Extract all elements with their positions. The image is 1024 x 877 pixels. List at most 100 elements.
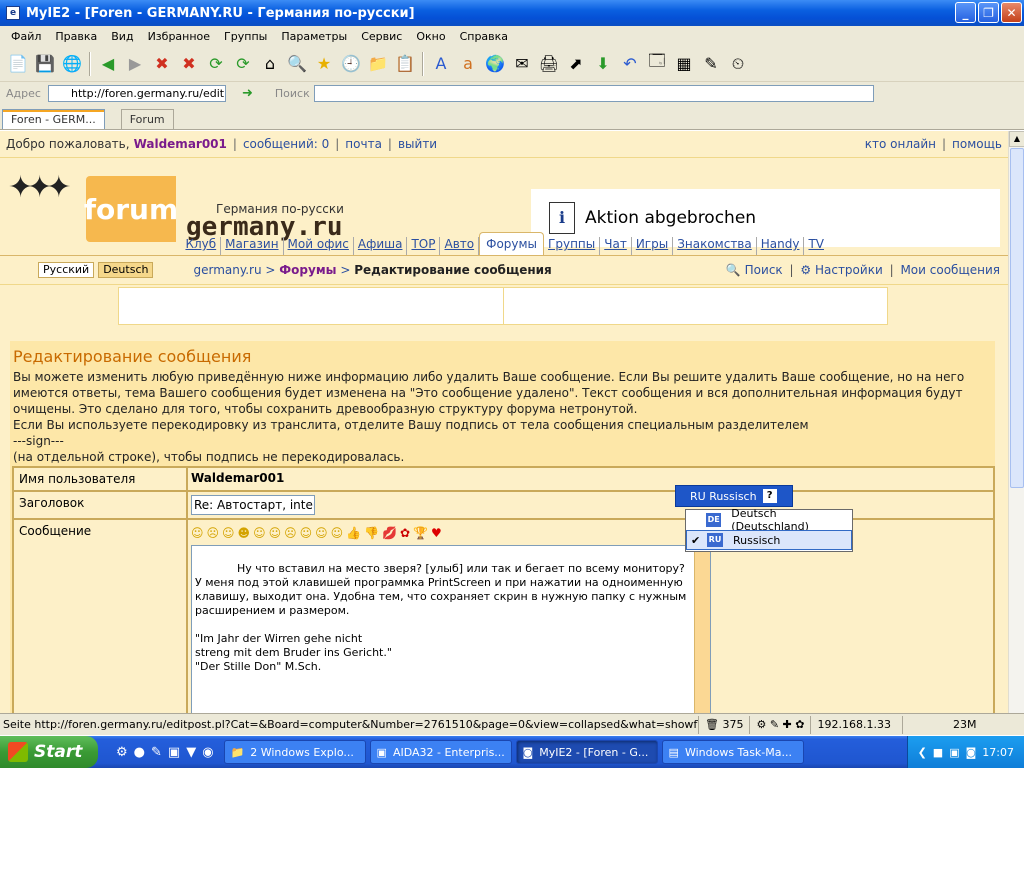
nav-top[interactable]: TOP (407, 237, 441, 255)
heart-icon[interactable]: ♥ (431, 526, 442, 540)
quicklaunch-icon[interactable]: ⚙ (116, 745, 128, 760)
flower-icon[interactable]: ✿ (400, 526, 410, 540)
forward-icon[interactable]: ▶ (123, 52, 147, 76)
scroll-up-icon[interactable]: ▲ (1009, 131, 1024, 147)
menu-favorites[interactable]: Избранное (141, 30, 217, 43)
clock[interactable]: 17:07 (982, 746, 1014, 759)
subject-input[interactable]: Re: Автостарт, intern (191, 495, 315, 515)
window-icon[interactable]: 🗔 (645, 51, 669, 76)
language-help-icon[interactable]: ? (762, 489, 777, 503)
search-icon[interactable]: 🔍 (285, 52, 309, 76)
edit-icon[interactable]: ✎ (699, 52, 723, 76)
tab-forum[interactable]: Forum (120, 109, 174, 129)
task-explorer[interactable]: 📁 2 Windows Explo... (223, 740, 366, 764)
undo-icon[interactable]: ↶ (618, 52, 642, 76)
favorites-icon[interactable]: ★ (312, 52, 336, 76)
tray-icon[interactable]: ■ (933, 746, 943, 759)
language-current[interactable]: RU Russisch (690, 490, 757, 503)
task-myie2[interactable]: ◙ MyIE2 - [Foren - G... (515, 740, 658, 764)
trophy-icon[interactable]: 🏆 (413, 526, 428, 540)
folder-icon[interactable]: 📁 (366, 52, 390, 76)
thumbs-up-icon[interactable]: 👍 (346, 526, 361, 540)
message-text[interactable]: Ну что вставил на место зверя? [улыб] ил… (195, 562, 690, 673)
quicklaunch-icon[interactable]: ● (134, 745, 145, 760)
task-taskmanager[interactable]: ▤ Windows Task-Ma... (661, 740, 804, 764)
menu-file[interactable]: Файл (4, 30, 48, 43)
minimize-button[interactable]: _ (955, 2, 976, 23)
start-button[interactable]: Start (0, 736, 98, 768)
nav-office[interactable]: Мой офис (284, 237, 354, 255)
textarea-scrollbar[interactable] (694, 546, 710, 713)
smiley-icon[interactable]: ☺ (191, 526, 204, 540)
menu-options[interactable]: Параметры (274, 30, 354, 43)
message-textarea[interactable]: Ну что вставил на место зверя? [улыб] ил… (191, 545, 711, 713)
nav-handy[interactable]: Handy (757, 237, 805, 255)
who-online-link[interactable]: кто онлайн (865, 137, 936, 151)
refresh-all-icon[interactable]: ⟳ (231, 52, 255, 76)
nav-tv[interactable]: TV (804, 237, 828, 255)
help-link[interactable]: помощь (952, 137, 1002, 151)
nav-shop[interactable]: Магазин (221, 237, 284, 255)
menu-groups[interactable]: Группы (217, 30, 274, 43)
messages-link[interactable]: сообщений: 0 (243, 137, 329, 151)
task-aida32[interactable]: ▣ AIDA32 - Enterpris... (369, 740, 512, 764)
menu-edit[interactable]: Правка (48, 30, 104, 43)
smiley-icon[interactable]: ☺ (331, 526, 344, 540)
smiley-icon[interactable]: ☻ (238, 526, 251, 540)
menu-view[interactable]: Вид (104, 30, 140, 43)
globe-save-icon[interactable]: 🌐 (60, 52, 84, 76)
quicklaunch-icon[interactable]: ▣ (168, 745, 180, 760)
menu-tools[interactable]: Сервис (354, 30, 409, 43)
back-icon[interactable]: ◀ (96, 52, 120, 76)
smiley-icon[interactable]: ☺ (315, 526, 328, 540)
stop-icon[interactable]: ✖ (150, 52, 174, 76)
language-item-ru[interactable]: ✔ RU Russisch (686, 530, 852, 550)
quicklaunch-icon[interactable]: ✎ (151, 745, 162, 760)
refresh-icon[interactable]: ⟳ (204, 52, 228, 76)
home-icon[interactable]: ⌂ (258, 52, 282, 76)
fullscreen-icon[interactable]: ⬈ (564, 52, 588, 76)
encoding-icon[interactable]: a (456, 52, 480, 76)
menu-window[interactable]: Окно (409, 30, 452, 43)
smiley-icon[interactable]: ☺ (253, 526, 266, 540)
language-item-de[interactable]: DE Deutsch (Deutschland) (686, 507, 852, 533)
smiley-icon[interactable]: ☹ (284, 526, 297, 540)
notes-icon[interactable]: 📋 (393, 52, 417, 76)
nav-poster[interactable]: Афиша (354, 237, 408, 255)
lang-ru-button[interactable]: Русский (38, 262, 95, 278)
download-icon[interactable]: ⬇ (591, 52, 615, 76)
smiley-icon[interactable]: ☺ (222, 526, 235, 540)
search-input[interactable] (313, 84, 874, 102)
tab-foren[interactable]: Foren - GERM... (2, 109, 105, 129)
address-input[interactable]: http://foren.germany.ru/edit (48, 84, 226, 102)
nav-games[interactable]: Игры (632, 237, 674, 255)
maximize-button[interactable]: ❐ (978, 2, 999, 23)
crumb-forums[interactable]: Форумы (279, 263, 336, 277)
stop-all-icon[interactable]: ✖ (177, 52, 201, 76)
search-link[interactable]: Поиск (745, 263, 783, 277)
menu-help[interactable]: Справка (453, 30, 515, 43)
smiley-icon[interactable]: ☺ (269, 526, 282, 540)
tray-icon[interactable]: ◙ (966, 746, 977, 759)
tray-icon[interactable]: ❮ (918, 746, 927, 759)
nav-auto[interactable]: Авто (440, 237, 480, 255)
username-link[interactable]: Waldemar001 (134, 137, 227, 151)
quicklaunch-icon[interactable]: ▼ (186, 745, 196, 760)
logout-link[interactable]: выйти (398, 137, 437, 151)
tray-icon[interactable]: ▣ (949, 746, 959, 759)
clock-icon[interactable]: ⏲ (726, 52, 750, 76)
print-icon[interactable]: 🖨 (537, 52, 561, 76)
go-icon[interactable]: ➜ (242, 86, 253, 101)
smiley-icon[interactable]: ☹ (207, 526, 220, 540)
nav-forums[interactable]: Форумы (479, 232, 545, 255)
my-messages-link[interactable]: Мои сообщения (900, 263, 1000, 277)
quicklaunch-icon[interactable]: ◉ (202, 745, 213, 760)
nav-chat[interactable]: Чат (600, 237, 632, 255)
history-icon[interactable]: 🕘 (339, 52, 363, 76)
page-scrollbar[interactable]: ▲ (1008, 131, 1024, 713)
scroll-thumb[interactable] (1010, 148, 1024, 488)
nav-groups[interactable]: Группы (544, 237, 601, 255)
close-button[interactable]: ✕ (1001, 2, 1022, 23)
thumbs-down-icon[interactable]: 👎 (364, 526, 379, 540)
lips-icon[interactable]: 💋 (382, 526, 397, 540)
